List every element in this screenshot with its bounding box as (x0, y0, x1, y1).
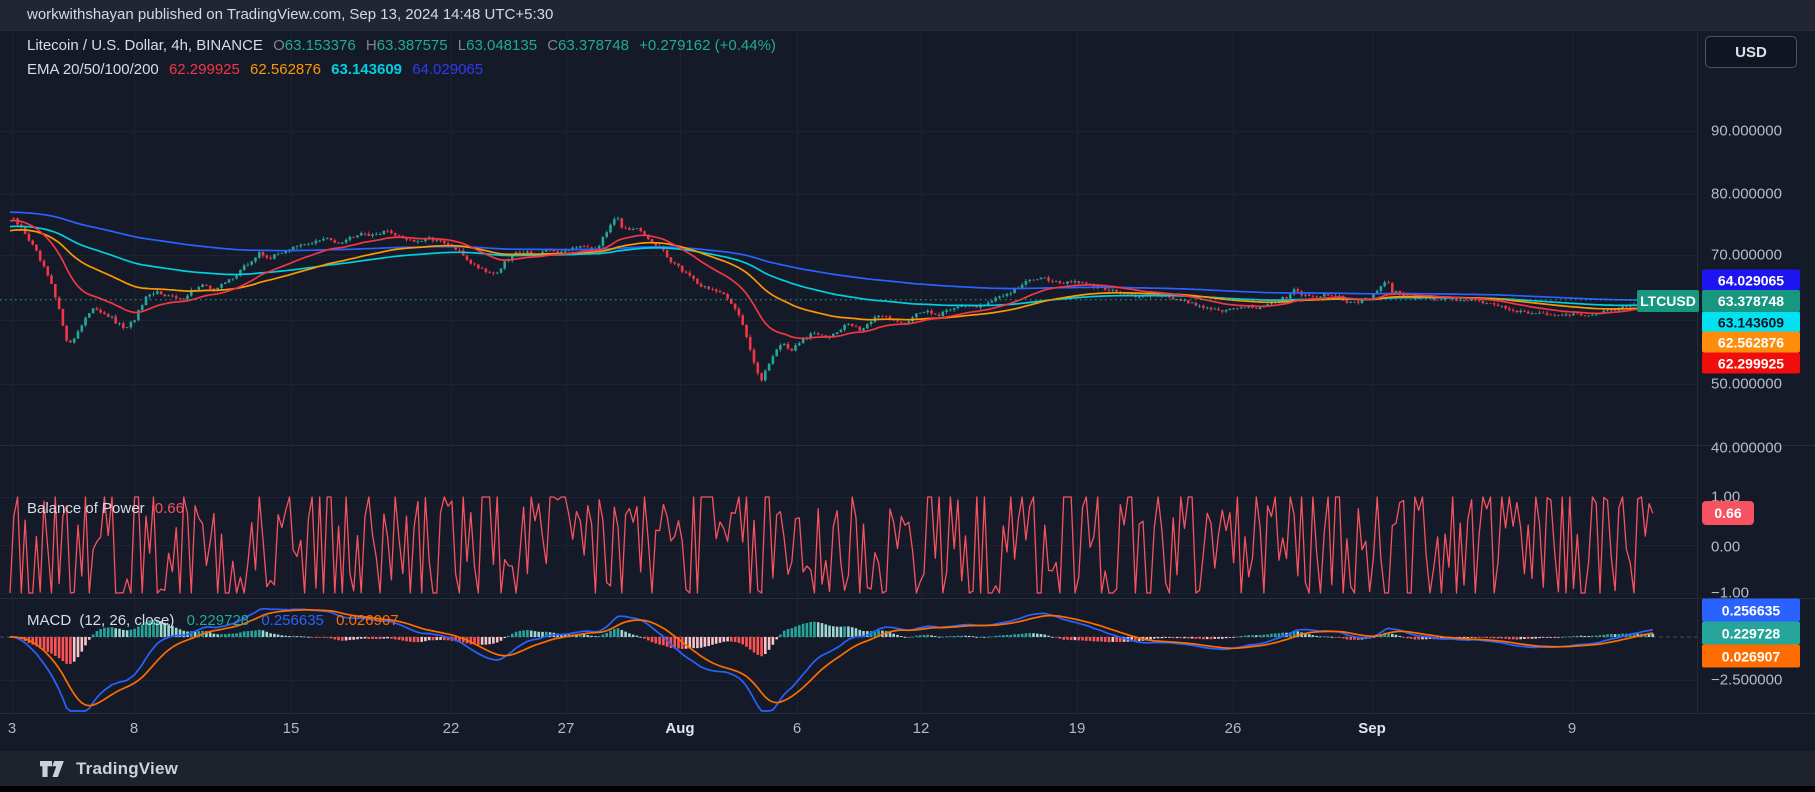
time-axis-day-label: 15 (282, 720, 300, 737)
ema-legend[interactable]: EMA 20/50/100/200 62.299925 62.562876 63… (27, 61, 489, 78)
macd-hist-value: 0.229728 (186, 612, 250, 629)
ema-title[interactable]: EMA 20/50/100/200 (27, 61, 159, 78)
symbol-legend[interactable]: Litecoin / U.S. Dollar, 4h, BINANCE O63.… (27, 37, 782, 54)
time-axis-day-label: 19 (1068, 720, 1086, 737)
symbol-title[interactable]: Litecoin / U.S. Dollar, 4h, BINANCE (27, 37, 263, 54)
price-scale-tick: 80.000000 (1711, 185, 1782, 203)
price-scale-tick: 50.000000 (1711, 375, 1782, 393)
macd-scale-tick: −2.500000 (1711, 671, 1783, 689)
header-divider (0, 30, 1815, 31)
ema50-price-tag: 62.562876 (1702, 331, 1800, 353)
ema100-price-tag: 63.143609 (1702, 311, 1800, 333)
bottom-strip (0, 786, 1815, 792)
macd-line-value: 0.256635 (261, 612, 324, 629)
macd-hist-down-fade (72, 637, 1560, 662)
macd-params: (12, 26, close) (79, 612, 175, 629)
high-key: H (365, 37, 377, 54)
symbol-price-tag: 63.378748 (1702, 290, 1800, 312)
time-axis-day-label: 12 (912, 720, 930, 737)
ema20-line (9, 219, 1653, 340)
low-key: L (457, 37, 467, 54)
ema20-price-tag: 62.299925 (1702, 352, 1800, 374)
tradingview-brand-text: TradingView (76, 758, 179, 778)
bop-line (9, 496, 1654, 594)
macd-hist-down (12, 637, 1530, 664)
ema50-value: 62.562876 (250, 61, 321, 78)
macd-title[interactable]: MACD (27, 612, 71, 629)
open-key: O (273, 37, 285, 54)
price-scale-tick: 70.000000 (1711, 246, 1782, 264)
ema20-value: 62.299925 (168, 61, 240, 78)
low-value: 63.048135 (466, 37, 538, 54)
high-value: 63.387575 (376, 37, 448, 54)
macd-signal-tag: 0.026907 (1702, 644, 1800, 668)
macd-legend[interactable]: MACD (12, 26, close) 0.229728 0.256635 0… (27, 612, 399, 629)
time-axis-day-label: 9 (1567, 720, 1577, 737)
time-axis-day-label: 6 (792, 720, 802, 737)
tradingview-published-chart: workwithshayan published on TradingView.… (0, 0, 1815, 792)
candle-bodies-down (12, 217, 1639, 381)
ema200-line (9, 211, 1653, 301)
macd-hist-tag: 0.229728 (1702, 621, 1800, 645)
bop-legend[interactable]: Balance of Power 0.66 (27, 500, 184, 517)
ema200-price-tag: 64.029065 (1702, 269, 1800, 291)
time-axis-day-label: 3 (7, 720, 17, 737)
change-value: +0.279162 (+0.44%) (639, 37, 776, 54)
price-scale-tick: 90.000000 (1711, 122, 1782, 140)
bottom-bar: TradingView (0, 751, 1815, 786)
currency-usd-label: USD (1735, 43, 1767, 61)
bop-macd-divider[interactable] (0, 598, 1815, 599)
tradingview-logo-link[interactable]: TradingView (40, 759, 178, 779)
time-axis-month-label: Aug (665, 720, 695, 737)
ema200-value: 64.029065 (412, 61, 484, 78)
bop-title[interactable]: Balance of Power (27, 500, 145, 517)
ema100-value: 63.143609 (331, 61, 403, 78)
time-axis-day-label: 27 (557, 720, 575, 737)
price-scale-tick: 40.000000 (1711, 439, 1782, 457)
open-value: 63.153376 (284, 37, 356, 54)
tradingview-logo-icon (40, 760, 64, 777)
bop-value: 0.66 (154, 500, 184, 517)
close-value: 63.378748 (558, 37, 629, 54)
macd-line-tag: 0.256635 (1702, 598, 1800, 622)
time-axis-day-label: 22 (442, 720, 460, 737)
price-scale-border (1697, 30, 1698, 713)
time-axis-day-label: 8 (129, 720, 139, 737)
close-key: C (547, 37, 559, 54)
currency-usd-button[interactable]: USD (1705, 36, 1797, 68)
time-axis-month-label: Sep (1358, 720, 1386, 737)
time-axis-border (0, 713, 1815, 714)
macd-signal-value: 0.026907 (336, 612, 399, 629)
bop-value-tag: 0.66 (1702, 501, 1754, 525)
time-axis-day-label: 26 (1224, 720, 1242, 737)
symbol-name-tag: LTCUSD (1637, 290, 1699, 312)
price-bop-divider[interactable] (0, 445, 1815, 446)
bop-scale-tick: 0.00 (1711, 538, 1741, 556)
chart-canvas[interactable] (0, 0, 1815, 792)
